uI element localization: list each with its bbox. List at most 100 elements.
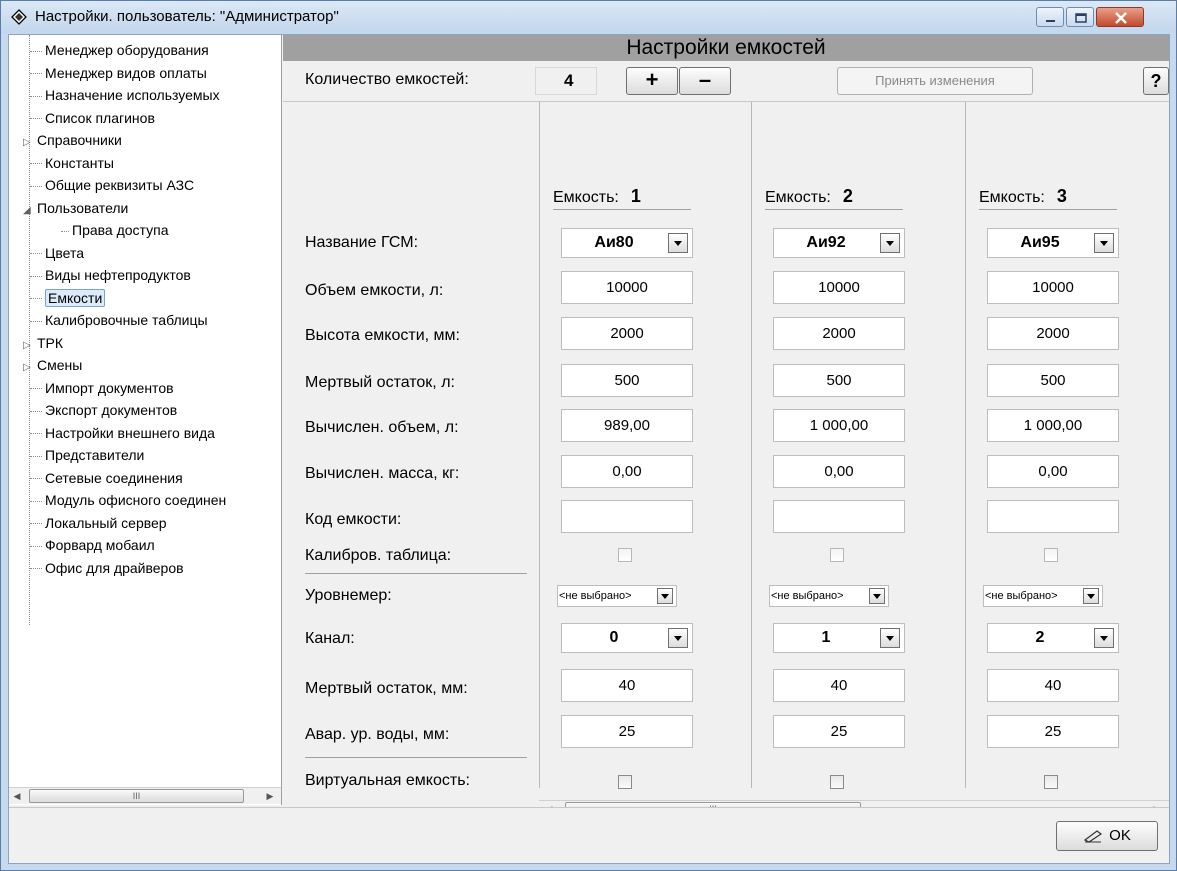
tree-item[interactable]: Экспорт документов [9,399,177,421]
tree-item[interactable]: Представители [9,444,144,466]
tree-connector [30,253,42,255]
ok-button[interactable]: OK [1056,821,1158,851]
channel-select[interactable]: 0 [561,623,693,653]
level-gauge-select[interactable]: <не выбрано> [557,585,677,607]
tree-item[interactable]: ◢ Пользователи [9,197,128,219]
virtual-tank-checkbox[interactable] [1044,775,1058,789]
tree-item[interactable]: ▷ Справочники [9,129,122,151]
tree-item-label: Экспорт документов [45,402,178,418]
channel-select[interactable]: 1 [773,623,905,653]
tree-item[interactable]: Сетевые соединения [9,467,183,489]
tree-item[interactable]: Менеджер видов оплаты [9,62,207,84]
tree-item[interactable]: Импорт документов [9,377,174,399]
scroll-right-icon[interactable]: ▶ [264,790,276,802]
dropdown-arrow-icon[interactable] [668,628,688,648]
volume-field[interactable]: 10000 [773,271,905,304]
tree-item[interactable]: Калибровочные таблицы [9,309,208,331]
row-label-calc-volume: Вычислен. объем, л: [305,419,459,436]
row-label-height: Высота емкости, мм: [305,327,460,344]
maximize-button[interactable] [1066,7,1094,27]
dead-rest-l-field[interactable]: 500 [773,364,905,397]
level-gauge-value: <не выбрано> [559,590,632,602]
dead-rest-l-field[interactable]: 500 [561,364,693,397]
dropdown-arrow-icon[interactable] [1094,628,1114,648]
dead-rest-mm-field[interactable]: 40 [773,669,905,702]
calib-table-checkbox[interactable] [830,548,844,562]
row-label-dead-rest-l: Мертвый остаток, л: [305,374,455,391]
tree-item[interactable]: Менеджер оборудования [9,39,209,61]
dropdown-arrow-icon[interactable] [880,233,900,253]
tree-item[interactable]: Локальный сервер [9,512,167,534]
channel-value: 0 [609,629,619,646]
dropdown-arrow-icon[interactable] [1094,233,1114,253]
dropdown-arrow-icon[interactable] [880,628,900,648]
height-field[interactable]: 2000 [987,317,1119,350]
channel-value: 1 [821,629,831,646]
fuel-name-select[interactable]: Аи80 [561,228,693,258]
height-field[interactable]: 2000 [773,317,905,350]
volume-field[interactable]: 10000 [561,271,693,304]
tree-item[interactable]: Емкости [9,287,106,309]
level-gauge-select[interactable]: <не выбрано> [769,585,889,607]
level-gauge-select[interactable]: <не выбрано> [983,585,1103,607]
dead-rest-l-field[interactable]: 500 [987,364,1119,397]
tree-horizontal-scrollbar[interactable]: ◀ III ▶ [9,787,281,804]
calc-mass-field[interactable]: 0,00 [561,455,693,488]
volume-field[interactable]: 10000 [987,271,1119,304]
water-alarm-field[interactable]: 25 [561,715,693,748]
virtual-tank-checkbox[interactable] [618,775,632,789]
code-field[interactable] [987,500,1119,533]
title-bar[interactable]: Настройки. пользователь: "Администратор" [1,1,1176,33]
dead-rest-mm-field[interactable]: 40 [561,669,693,702]
virtual-tank-checkbox[interactable] [830,775,844,789]
channel-select[interactable]: 2 [987,623,1119,653]
calc-mass-field[interactable]: 0,00 [987,455,1119,488]
minimize-button[interactable] [1036,7,1064,27]
tree-item[interactable]: ▷ Смены [9,354,82,376]
code-field[interactable] [773,500,905,533]
tree-item-label: Представители [45,447,145,463]
tree-item[interactable]: Константы [9,152,114,174]
scroll-left-icon[interactable]: ◀ [11,790,23,802]
tree-item[interactable]: Форвард мобаил [9,534,155,556]
remove-tank-button[interactable]: – [679,67,731,95]
tree-item[interactable]: Общие реквизиты АЗС [9,174,194,196]
fuel-name-select[interactable]: Аи95 [987,228,1119,258]
calib-table-checkbox[interactable] [618,548,632,562]
tree-item[interactable]: Права доступа [9,219,168,241]
calc-volume-field[interactable]: 989,00 [561,409,693,442]
tree-item[interactable]: Назначение используемых [9,84,220,106]
tree-item[interactable]: Настройки внешнего вида [9,422,215,444]
settings-tree[interactable]: Менеджер оборудования Менеджер видов опла… [9,35,282,805]
minimize-icon [1046,20,1055,22]
tree-item[interactable]: Офис для драйверов [9,557,184,579]
accept-changes-button[interactable]: Принять изменения [837,67,1033,95]
height-field[interactable]: 2000 [561,317,693,350]
tree-item[interactable]: ▷ ТРК [9,332,63,354]
water-alarm-field[interactable]: 25 [987,715,1119,748]
dropdown-arrow-icon[interactable] [668,233,688,253]
dropdown-arrow-icon[interactable] [1083,588,1099,604]
tree-item[interactable]: Виды нефтепродуктов [9,264,191,286]
dropdown-arrow-icon[interactable] [869,588,885,604]
code-field[interactable] [561,500,693,533]
add-tank-button[interactable]: + [626,67,678,95]
tree-scroll-thumb[interactable]: III [29,789,244,803]
row-label-dead-rest-mm: Мертвый остаток, мм: [305,680,468,697]
tree-item[interactable]: Модуль офисного соединен [9,489,226,511]
tree-item[interactable]: Цвета [9,242,84,264]
fuel-name-select[interactable]: Аи92 [773,228,905,258]
close-button[interactable] [1096,7,1144,27]
calc-volume-field[interactable]: 1 000,00 [987,409,1119,442]
tree-item[interactable]: Список плагинов [9,107,155,129]
tree-connector [30,275,42,277]
dropdown-arrow-icon[interactable] [657,588,673,604]
calc-mass-field[interactable]: 0,00 [773,455,905,488]
calib-table-checkbox[interactable] [1044,548,1058,562]
tank-count-value: 4 [535,67,597,95]
calc-volume-field[interactable]: 1 000,00 [773,409,905,442]
dead-rest-mm-field[interactable]: 40 [987,669,1119,702]
tree-item-label: Менеджер оборудования [45,42,209,58]
water-alarm-field[interactable]: 25 [773,715,905,748]
help-button[interactable]: ? [1143,67,1169,95]
